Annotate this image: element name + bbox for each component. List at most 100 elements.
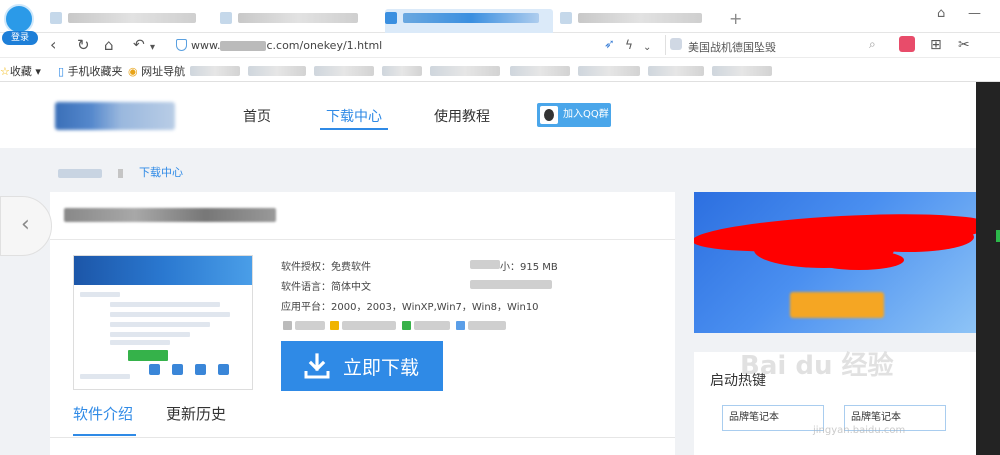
share-icon[interactable] xyxy=(456,321,465,330)
tab-title-redacted xyxy=(238,13,358,23)
software-screenshot[interactable] xyxy=(73,255,253,390)
back-icon[interactable]: ‹ xyxy=(50,36,56,54)
bookmark-redacted[interactable] xyxy=(578,66,640,76)
hotkey-tag-label: 品牌笔记本 xyxy=(729,412,779,423)
share-redacted[interactable] xyxy=(414,321,450,330)
globe-icon: ◉ xyxy=(128,65,138,78)
share-redacted[interactable] xyxy=(342,321,396,330)
bookmark-redacted[interactable] xyxy=(648,66,704,76)
bookmark-mobile[interactable]: ▯ 手机收藏夹 xyxy=(58,63,123,79)
bookmark-label: 网址导航 xyxy=(141,65,186,78)
browser-tab[interactable] xyxy=(560,9,720,29)
bookmark-favorites[interactable]: ☆收藏 ▾ xyxy=(0,63,41,79)
url-text: www. c.com/onekey/1.html xyxy=(191,39,382,52)
tab-favicon-icon xyxy=(50,12,62,24)
search-engine-icon xyxy=(670,38,682,50)
screenshot-line xyxy=(110,302,220,307)
tab-software-intro[interactable]: 软件介绍 xyxy=(73,403,133,424)
window-edge-indicator xyxy=(996,230,1000,242)
software-size: 小：915 MB xyxy=(500,262,558,273)
bookmark-redacted[interactable] xyxy=(314,66,374,76)
breadcrumb-separator-icon xyxy=(118,168,123,178)
breadcrumb: 下载中心 xyxy=(58,164,183,180)
share-icon[interactable] xyxy=(330,321,339,330)
chevron-down-icon[interactable]: ⌄ xyxy=(643,39,651,57)
size-label-redacted xyxy=(470,260,500,269)
address-bar[interactable]: www. c.com/onekey/1.html xyxy=(170,35,600,55)
hotkey-tag-brand-laptop[interactable]: 品牌笔记本 xyxy=(722,405,824,431)
browser-tab-bar: + ⌂ — xyxy=(0,0,1000,34)
bookmark-redacted[interactable] xyxy=(190,66,240,76)
banner-cta-button[interactable] xyxy=(790,292,884,318)
tab-favicon-icon xyxy=(560,12,572,24)
bookmark-redacted[interactable] xyxy=(382,66,422,76)
screenshot-icons xyxy=(149,364,249,378)
new-tab-button[interactable]: + xyxy=(729,9,742,28)
url-suffix: c.com/onekey/1.html xyxy=(266,39,383,52)
software-license: 软件授权：免费软件 xyxy=(281,262,371,273)
lightning-icon[interactable]: ϟ xyxy=(625,36,633,54)
screenshot-tool-icon xyxy=(195,364,206,375)
rocket-icon[interactable]: ➶ xyxy=(604,36,615,54)
scissors-icon[interactable]: ✂ xyxy=(958,36,970,54)
window-edge xyxy=(976,82,1000,455)
promo-banner[interactable] xyxy=(694,192,976,333)
tab-title-redacted xyxy=(68,13,196,23)
refresh-icon[interactable]: ↻ xyxy=(77,36,90,54)
bookmark-redacted[interactable] xyxy=(430,66,500,76)
browser-tab-active[interactable] xyxy=(385,9,553,33)
download-button[interactable]: 立即下载 xyxy=(281,341,443,391)
browser-avatar-icon[interactable] xyxy=(4,4,34,34)
browser-nav-bar: ‹ ↻ ⌂ ↶ ▾ www. c.com/onekey/1.html ➶ ϟ ⌄ … xyxy=(0,33,1000,58)
tab-update-history[interactable]: 更新历史 xyxy=(166,403,226,424)
extensions-icon[interactable]: ⊞ xyxy=(930,36,942,54)
screenshot-tool-icon xyxy=(149,364,160,375)
site-logo[interactable] xyxy=(55,102,175,130)
tab-active-underline xyxy=(73,434,136,436)
chevron-down-icon[interactable]: ▾ xyxy=(150,39,155,57)
url-redacted xyxy=(220,41,267,51)
tab-favicon-icon xyxy=(385,12,397,24)
search-box[interactable]: 美国战机德国坠毁 ⌕ xyxy=(665,35,885,55)
screenshot-line xyxy=(110,340,170,345)
qq-penguin-icon xyxy=(540,106,558,124)
phone-icon: ▯ xyxy=(58,65,65,78)
join-qq-group-button[interactable]: 加入QQ群 xyxy=(537,103,611,127)
bookmark-redacted[interactable] xyxy=(510,66,570,76)
share-redacted[interactable] xyxy=(295,321,325,330)
screenshot-tool-icon xyxy=(218,364,229,375)
skin-icon[interactable]: ⌂ xyxy=(937,6,945,21)
web-page: 首页 下载中心 使用教程 加入QQ群 下载中心 软件授权：免费软件 小：915 … xyxy=(0,82,976,455)
bookmark-site-nav[interactable]: ◉ 网址导航 xyxy=(128,63,185,79)
tab-title-redacted xyxy=(403,13,539,23)
breadcrumb-home-redacted[interactable] xyxy=(58,168,102,178)
browser-tab[interactable] xyxy=(50,9,210,29)
shopping-icon[interactable] xyxy=(899,36,915,52)
screenshot-line xyxy=(110,332,190,337)
screenshot-line xyxy=(110,312,230,317)
nav-home[interactable]: 首页 xyxy=(243,106,271,126)
hotkey-tag-label: 品牌笔记本 xyxy=(851,412,901,423)
undo-icon[interactable]: ↶ xyxy=(133,36,145,54)
minimize-icon[interactable]: — xyxy=(968,6,981,21)
search-icon[interactable]: ⌕ xyxy=(869,37,876,52)
bookmark-redacted[interactable] xyxy=(248,66,306,76)
breadcrumb-current[interactable]: 下载中心 xyxy=(139,166,183,179)
screenshot-tool-icon xyxy=(172,364,183,375)
screenshot-header xyxy=(74,256,252,285)
home-icon[interactable]: ⌂ xyxy=(104,36,114,54)
star-icon: ☆ xyxy=(0,65,10,78)
nav-tutorial[interactable]: 使用教程 xyxy=(434,106,490,126)
nav-active-underline xyxy=(320,128,388,130)
nav-download-center[interactable]: 下载中心 xyxy=(326,106,382,126)
software-title-redacted xyxy=(64,208,276,222)
login-button[interactable]: 登录 xyxy=(2,31,38,45)
share-icon[interactable] xyxy=(402,321,411,330)
browser-tab[interactable] xyxy=(220,9,380,29)
chevron-left-icon: ‹ xyxy=(21,212,30,237)
bookmark-redacted[interactable] xyxy=(712,66,772,76)
download-icon xyxy=(304,353,330,379)
screenshot-line xyxy=(80,374,130,379)
share-redacted[interactable] xyxy=(468,321,506,330)
share-icon[interactable] xyxy=(283,321,292,330)
